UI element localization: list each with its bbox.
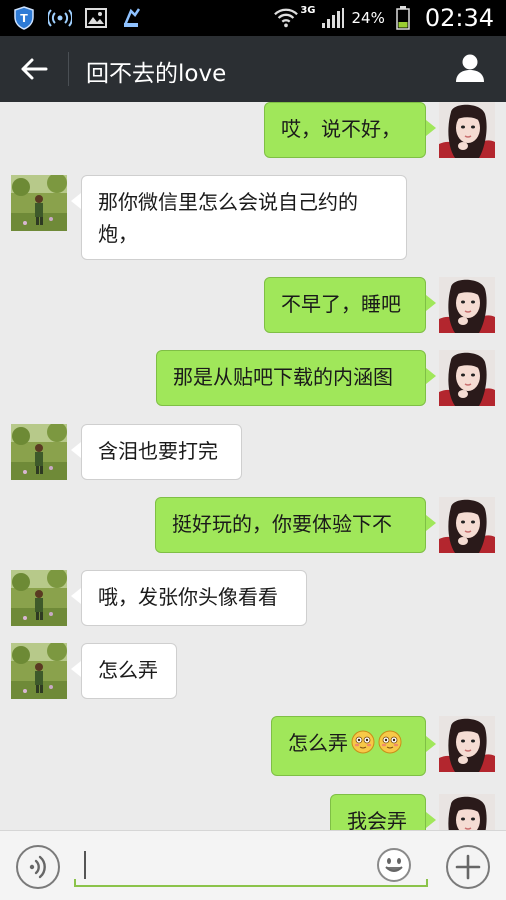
message-text: 哦，发张你头像看看 xyxy=(98,585,278,609)
message-text: 怎么弄 xyxy=(288,731,348,755)
text-cursor xyxy=(84,851,86,879)
back-arrow-icon xyxy=(21,58,48,80)
my-avatar[interactable] xyxy=(439,102,495,158)
message-text: 不早了，睡吧 xyxy=(281,292,401,316)
my-avatar[interactable] xyxy=(439,277,495,333)
message-input-bar xyxy=(0,830,506,900)
bubble-tail xyxy=(71,193,81,209)
contact-avatar[interactable] xyxy=(11,570,67,626)
more-options-button[interactable] xyxy=(446,845,490,889)
emoji-button[interactable] xyxy=(376,847,412,883)
message-text: 我会弄 xyxy=(347,809,407,830)
network-type-label: 3G xyxy=(300,4,316,16)
incoming-message-bubble[interactable]: 那你微信里怎么会说自己约的 炮， xyxy=(81,175,407,260)
message-text: 哎，说不好， xyxy=(281,117,401,141)
bubble-tail xyxy=(426,295,436,311)
input-border-tick xyxy=(426,879,428,887)
smiley-face-icon xyxy=(377,848,411,882)
outgoing-message-bubble[interactable]: 怎么弄 xyxy=(271,716,426,776)
message-text: 那是从贴吧下载的内涵图 xyxy=(173,365,393,389)
input-border-tick xyxy=(74,879,76,887)
incoming-message-bubble[interactable]: 含泪也要打完 xyxy=(81,424,242,480)
incoming-message-bubble[interactable]: 哦，发张你头像看看 xyxy=(81,570,307,626)
my-avatar[interactable] xyxy=(439,350,495,406)
message-text-line: 炮， xyxy=(98,222,138,246)
bubble-tail xyxy=(426,368,436,384)
svg-text:T: T xyxy=(20,12,28,25)
bubble-tail xyxy=(426,736,436,752)
status-bar: T 3G 24% 02:34 xyxy=(0,0,506,36)
chat-header: 回不去的love xyxy=(0,36,506,102)
message-text: 挺好玩的，你要体验下不 xyxy=(172,512,392,536)
message-text-line: 那你微信里怎么会说自己约的 xyxy=(98,190,358,214)
bubble-tail xyxy=(71,588,81,604)
back-button[interactable] xyxy=(14,52,54,86)
bubble-tail xyxy=(426,515,436,531)
battery-percentage: 24% xyxy=(351,9,385,27)
voice-input-button[interactable] xyxy=(16,845,60,889)
contact-profile-button[interactable] xyxy=(452,50,488,86)
battery-icon xyxy=(391,6,415,30)
gallery-image-icon xyxy=(84,6,108,30)
outgoing-message-bubble[interactable]: 我会弄 xyxy=(330,794,426,830)
outgoing-message-bubble[interactable]: 挺好玩的，你要体验下不 xyxy=(155,497,426,553)
security-shield-icon: T xyxy=(12,6,36,30)
wifi-icon xyxy=(274,6,299,30)
app-notification-icon xyxy=(120,6,144,30)
bubble-tail xyxy=(71,661,81,677)
flushed-face-icon xyxy=(378,730,402,754)
outgoing-message-bubble[interactable]: 哎，说不好， xyxy=(264,102,426,158)
contact-avatar[interactable] xyxy=(11,175,67,231)
message-text-input[interactable] xyxy=(74,847,428,887)
bubble-tail xyxy=(426,812,436,828)
person-icon xyxy=(456,54,484,82)
message-text: 含泪也要打完 xyxy=(98,439,218,463)
my-avatar[interactable] xyxy=(439,716,495,772)
chat-title: 回不去的love xyxy=(86,61,227,87)
incoming-message-bubble[interactable]: 怎么弄 xyxy=(81,643,177,699)
my-avatar[interactable] xyxy=(439,497,495,553)
wireless-broadcast-icon xyxy=(48,6,72,30)
contact-avatar[interactable] xyxy=(11,424,67,480)
signal-strength-icon xyxy=(321,6,345,30)
voice-wave-icon xyxy=(29,855,46,879)
message-text: 怎么弄 xyxy=(98,658,158,682)
flushed-face-icon xyxy=(351,730,375,754)
my-avatar[interactable] xyxy=(439,794,495,830)
bubble-tail xyxy=(426,120,436,136)
outgoing-message-bubble[interactable]: 那是从贴吧下载的内涵图 xyxy=(156,350,426,406)
outgoing-message-bubble[interactable]: 不早了，睡吧 xyxy=(264,277,426,333)
title-divider xyxy=(68,52,69,86)
bubble-tail xyxy=(71,442,81,458)
contact-avatar[interactable] xyxy=(11,643,67,699)
plus-icon xyxy=(455,854,481,880)
clock-time: 02:34 xyxy=(424,4,494,32)
message-list[interactable]: 哎，说不好， 那你微信里怎么会说自己约的 炮， 不早了，睡吧 那是从贴吧下载的内… xyxy=(0,102,506,830)
